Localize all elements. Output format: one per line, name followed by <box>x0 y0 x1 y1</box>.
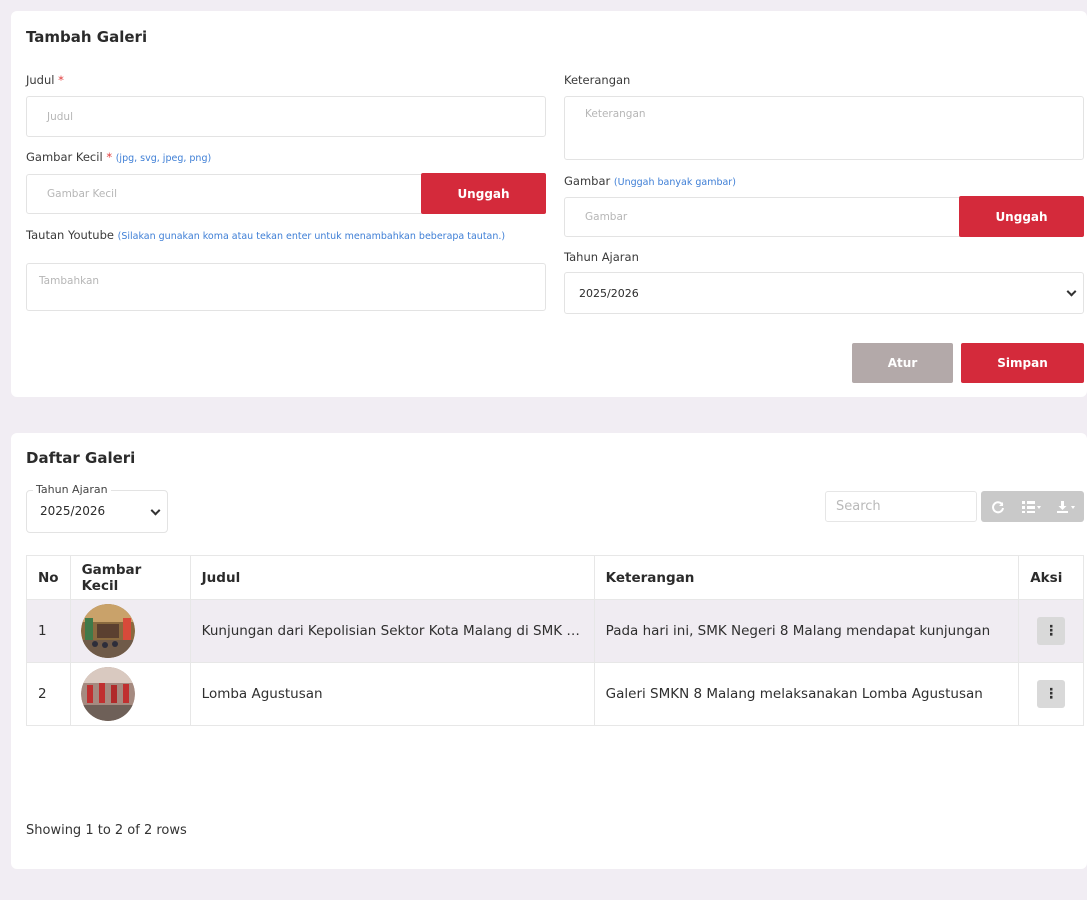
judul-input[interactable]: Judul <box>26 96 546 137</box>
tahun-ajaran-select[interactable]: 2025/2026 <box>564 272 1084 314</box>
gambar-label: Gambar (Unggah banyak gambar) <box>564 174 736 188</box>
atur-button[interactable]: Atur <box>852 343 953 383</box>
row-keterangan: Galeri SMKN 8 Malang melaksanakan Lomba … <box>593 662 1020 726</box>
judul-label: Judul * <box>26 73 64 87</box>
youtube-placeholder: Tambahkan <box>39 275 100 287</box>
row-keterangan: Pada hari ini, SMK Negeri 8 Malang menda… <box>593 599 1020 663</box>
gambar-input[interactable]: Gambar <box>564 197 964 237</box>
add-gallery-card: Tambah Galeri Judul * Judul Gambar Kecil… <box>11 11 1087 397</box>
pagination-info: Showing 1 to 2 of 2 rows <box>26 823 187 838</box>
tahun-ajaran-filter[interactable]: Tahun Ajaran 2025/2026 <box>26 483 168 533</box>
row-judul: Lomba Agustusan <box>189 662 595 726</box>
gallery-list-card: Daftar Galeri Tahun Ajaran 2025/2026 Sea… <box>11 433 1087 869</box>
keterangan-label: Keterangan <box>564 73 631 87</box>
keterangan-placeholder: Keterangan <box>585 108 646 120</box>
gambar-kecil-input[interactable]: Gambar Kecil <box>26 174 426 214</box>
gambar-kecil-placeholder: Gambar Kecil <box>47 188 117 200</box>
columns-icon[interactable] <box>1015 491 1049 522</box>
search-input[interactable]: Search <box>825 491 977 522</box>
keterangan-textarea[interactable]: Keterangan <box>564 96 1084 160</box>
upload-thumbnail-button[interactable]: Unggah <box>421 173 546 214</box>
table-row[interactable]: 2 Lomba Agustusan Galeri SMKN 8 Malang m… <box>26 662 1084 726</box>
upload-images-button[interactable]: Unggah <box>959 196 1084 237</box>
youtube-label: Tautan Youtube (Silakan gunakan koma ata… <box>26 228 506 242</box>
thumbnail-cell <box>69 662 191 726</box>
refresh-icon[interactable] <box>981 491 1015 522</box>
kebab-menu-icon[interactable]: ⋮ <box>1037 680 1066 708</box>
row-actions-cell: ⋮ <box>1018 662 1084 726</box>
gambar-placeholder: Gambar <box>585 211 628 223</box>
thumbnail-image[interactable] <box>80 604 135 658</box>
tahun-ajaran-value: 2025/2026 <box>579 286 639 300</box>
youtube-tags-input[interactable]: Tambahkan <box>26 263 546 311</box>
judul-placeholder: Judul <box>47 110 73 123</box>
gambar-kecil-label: Gambar Kecil * (jpg, svg, jpeg, png) <box>26 150 212 164</box>
col-no[interactable]: No <box>26 555 71 600</box>
thumbnail-cell <box>69 599 191 663</box>
chevron-down-icon <box>1066 286 1077 297</box>
table-header-row: No Gambar Kecil Judul Keterangan Aksi <box>26 555 1084 600</box>
filter-value: 2025/2026 <box>40 504 106 518</box>
col-aksi: Aksi <box>1018 555 1084 600</box>
col-keterangan[interactable]: Keterangan <box>593 555 1020 600</box>
chevron-down-icon <box>150 505 161 516</box>
thumbnail-image[interactable] <box>80 667 135 721</box>
table-row[interactable]: 1 Kunjungan dari Kepolisian Sektor Kota … <box>26 599 1084 663</box>
simpan-button[interactable]: Simpan <box>961 343 1084 383</box>
download-icon[interactable] <box>1049 491 1083 522</box>
col-gambar-kecil[interactable]: Gambar Kecil <box>69 555 191 600</box>
row-actions-cell: ⋮ <box>1018 599 1084 663</box>
tahun-ajaran-label: Tahun Ajaran <box>564 250 639 264</box>
search-placeholder: Search <box>836 499 881 514</box>
list-title: Daftar Galeri <box>26 449 136 467</box>
kebab-menu-icon[interactable]: ⋮ <box>1037 617 1066 645</box>
form-title: Tambah Galeri <box>26 28 148 46</box>
row-no: 2 <box>26 662 71 726</box>
filter-legend: Tahun Ajaran <box>33 483 111 496</box>
col-judul[interactable]: Judul <box>189 555 595 600</box>
gallery-table: No Gambar Kecil Judul Keterangan Aksi 1 <box>26 555 1084 726</box>
row-judul: Kunjungan dari Kepolisian Sektor Kota Ma… <box>189 599 595 663</box>
table-toolbar <box>981 491 1084 522</box>
row-no: 1 <box>26 599 71 663</box>
